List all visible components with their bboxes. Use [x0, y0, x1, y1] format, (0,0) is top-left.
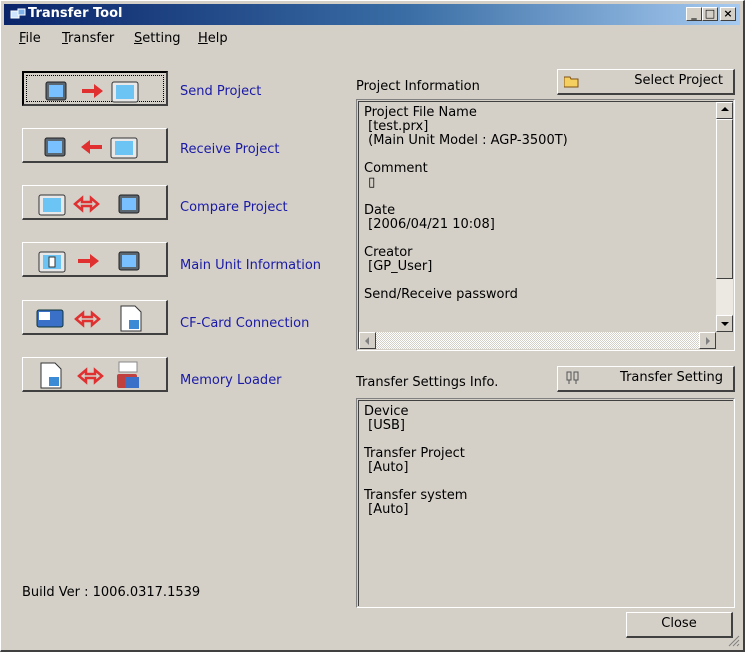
menu-setting[interactable]: Setting — [134, 31, 181, 46]
send-project-label[interactable]: Send Project — [180, 84, 261, 99]
scroll-right-icon — [706, 337, 710, 345]
project-info-line: Project File Name — [364, 105, 477, 120]
resize-grip-icon[interactable] — [728, 635, 740, 647]
memory-loader-icon — [40, 361, 139, 389]
transfer-info-line: [Auto] — [364, 460, 409, 475]
folder-icon — [564, 76, 579, 88]
project-info-line: [2006/04/21 10:08] — [364, 217, 495, 232]
compare-project-label[interactable]: Compare Project — [180, 200, 288, 215]
memory-loader-button[interactable] — [22, 357, 168, 392]
close-window-button[interactable]: × — [720, 7, 736, 21]
scroll-right-button[interactable] — [699, 332, 716, 349]
transfer-info-line: [USB] — [364, 418, 405, 433]
main-unit-info-button[interactable] — [22, 242, 168, 277]
scroll-up-icon — [721, 107, 729, 111]
send-project-icon — [45, 81, 139, 103]
app-icon — [10, 8, 26, 19]
menu-help[interactable]: Help — [198, 31, 228, 46]
transfer-info-line: Device — [364, 404, 409, 419]
scroll-up-button[interactable] — [716, 102, 733, 119]
maximize-button[interactable]: □ — [702, 7, 718, 21]
compare-project-button[interactable] — [22, 185, 168, 220]
select-project-button[interactable]: Select Project — [557, 69, 735, 95]
main-unit-info-icon — [38, 251, 140, 273]
transfer-info-line: Transfer Project — [364, 446, 465, 461]
transfer-info-line: Transfer system — [364, 488, 468, 503]
project-info-line: Comment — [364, 161, 428, 176]
project-info-vscrollbar[interactable] — [716, 102, 733, 332]
cf-card-icon — [36, 305, 142, 332]
transfer-setting-button[interactable]: Transfer Setting — [557, 366, 735, 392]
maximize-icon: □ — [704, 7, 716, 20]
title-bar[interactable]: Transfer Tool _ □ × — [4, 4, 740, 25]
project-info-line: [test.prx] — [364, 119, 429, 134]
close-button[interactable]: Close — [626, 612, 733, 638]
connector-icon — [566, 371, 579, 384]
project-info-line: (Main Unit Model : AGP-3500T) — [364, 133, 568, 148]
minimize-button[interactable]: _ — [686, 7, 702, 21]
transfer-info-line: [Auto] — [364, 502, 409, 517]
main-unit-info-label[interactable]: Main Unit Information — [180, 258, 321, 273]
receive-project-button[interactable] — [22, 128, 168, 163]
project-info-line: [GP_User] — [364, 259, 433, 274]
receive-project-label[interactable]: Receive Project — [180, 142, 280, 157]
memory-loader-label[interactable]: Memory Loader — [180, 373, 282, 388]
menu-file[interactable]: File — [19, 31, 41, 46]
send-project-button[interactable] — [22, 71, 168, 106]
receive-project-icon — [44, 137, 138, 159]
scroll-left-icon — [365, 337, 369, 345]
cf-card-connection-label[interactable]: CF-Card Connection — [180, 316, 309, 331]
transfer-settings-heading: Transfer Settings Info. — [356, 375, 499, 390]
scroll-left-button[interactable] — [359, 332, 376, 349]
project-information-heading: Project Information — [356, 79, 480, 94]
project-info-panel: Project File Name [test.prx] (Main Unit … — [356, 99, 735, 351]
project-info-line: Date — [364, 203, 396, 218]
cf-card-connection-button[interactable] — [22, 300, 168, 335]
close-icon: × — [723, 7, 733, 20]
window-title: Transfer Tool — [28, 6, 123, 21]
scroll-down-button[interactable] — [716, 315, 733, 332]
menu-transfer[interactable]: Transfer — [62, 31, 114, 46]
project-info-line: Send/Receive password — [364, 287, 518, 302]
compare-project-icon — [38, 194, 140, 216]
project-info-hscrollbar[interactable] — [359, 332, 716, 349]
scroll-down-icon — [721, 322, 729, 326]
minimize-icon: _ — [691, 7, 697, 20]
transfer-settings-panel: Device [USB] Transfer Project [Auto] Trans… — [356, 398, 735, 608]
project-info-line: Creator — [364, 245, 413, 260]
project-info-line: ▯ — [364, 175, 376, 190]
build-version: Build Ver : 1006.0317.1539 — [22, 585, 201, 600]
transfer-tool-window: Transfer Tool _ □ × File Transfer Settin… — [0, 0, 745, 652]
scroll-thumb[interactable] — [716, 119, 733, 279]
